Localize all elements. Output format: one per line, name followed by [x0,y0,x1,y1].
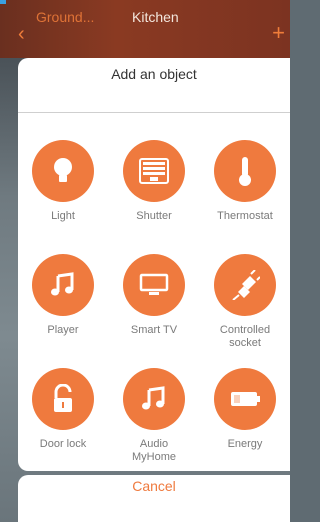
object-tile-controlled-socket[interactable]: Controlled socket [200,254,290,350]
divider [18,112,290,113]
object-label: Audio MyHome [131,438,176,463]
unlocked-padlock-icon [32,368,94,430]
chevron-left-icon[interactable]: ‹ [18,24,25,44]
object-tile-door-lock[interactable]: Door lock [18,368,108,451]
shutter-icon [123,140,185,202]
dialog-title: Add an object [111,66,197,82]
status-indicator [0,0,6,4]
object-tile-shutter[interactable]: Shutter [109,140,199,223]
music-note-icon [123,368,185,430]
plug-icon [214,254,276,316]
add-object-dialog: Add an object Light Shutter Thermostat P… [18,58,290,471]
room-title: Kitchen [132,9,179,25]
plus-icon[interactable]: + [272,22,285,44]
object-label: Energy [227,438,263,450]
object-tile-thermostat[interactable]: Thermostat [200,140,290,223]
object-label: Door lock [39,438,87,450]
object-label: Light [51,210,75,222]
music-note-icon [32,254,94,316]
top-navigation-bar: ‹ Ground... Kitchen + [0,0,290,58]
object-label: Player [47,324,79,336]
cancel-button[interactable]: Cancel [18,475,290,522]
previous-room-label[interactable]: Ground... [36,9,94,25]
battery-icon [214,368,276,430]
thermometer-icon [214,140,276,202]
object-label: Shutter [136,210,172,222]
object-label: Smart TV [130,324,178,336]
object-label: Controlled socket [219,324,271,349]
object-tile-smart-tv[interactable]: Smart TV [109,254,199,337]
cancel-label: Cancel [132,478,176,494]
object-tile-audio-myhome[interactable]: Audio MyHome [109,368,199,464]
object-tile-energy[interactable]: Energy [200,368,290,451]
object-label: Thermostat [217,210,273,222]
tv-icon [123,254,185,316]
light-bulb-icon [32,140,94,202]
object-tile-light[interactable]: Light [18,140,108,223]
object-tile-player[interactable]: Player [18,254,108,337]
